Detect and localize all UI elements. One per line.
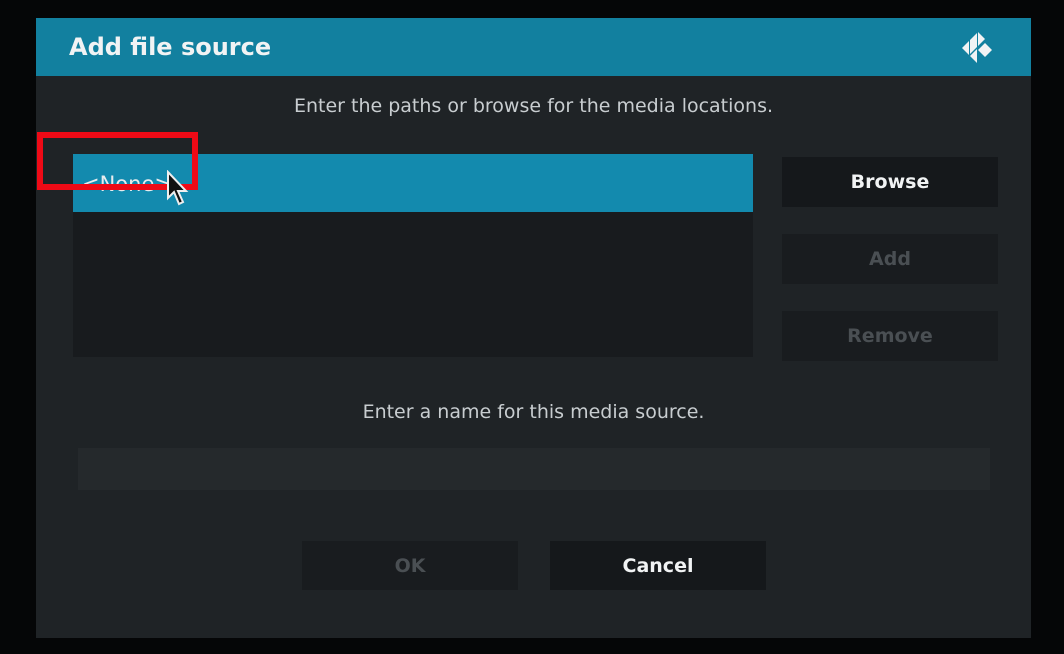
browse-button[interactable]: Browse [782,157,998,207]
remove-button[interactable]: Remove [782,311,998,361]
mouse-pointer-icon [167,170,189,206]
name-instruction: Enter a name for this media source. [362,401,705,423]
paths-instruction: Enter the paths or browse for the media … [293,95,774,117]
source-name-field[interactable] [78,448,990,490]
ok-button[interactable]: OK [302,541,518,590]
add-button[interactable]: Add [782,234,998,284]
cancel-button[interactable]: Cancel [550,541,766,590]
add-file-source-dialog: Add file source Enter the paths or brows… [36,18,1031,638]
kodi-logo-icon [962,32,992,63]
dialog-title: Add file source [69,33,272,61]
dialog-titlebar: Add file source [36,18,1031,76]
